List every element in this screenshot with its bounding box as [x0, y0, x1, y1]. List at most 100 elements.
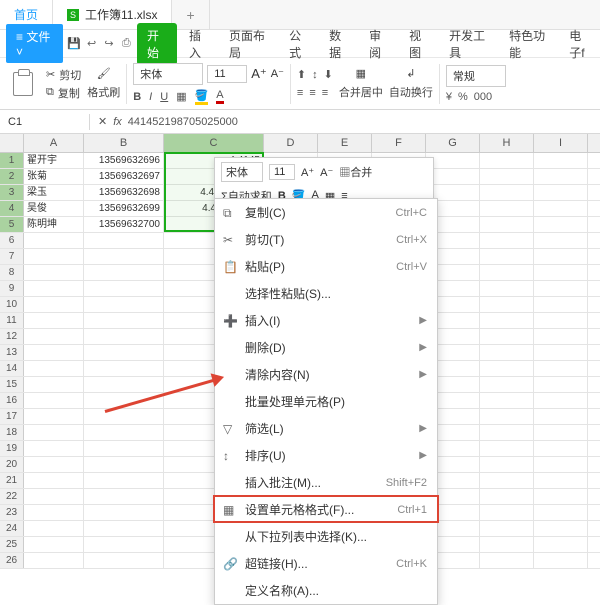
- cell[interactable]: [426, 153, 480, 168]
- ctx-item-7[interactable]: 批量处理单元格(P): [215, 388, 437, 415]
- numfmt-select[interactable]: 常规: [446, 65, 506, 87]
- cell[interactable]: [24, 249, 84, 264]
- cell[interactable]: [480, 361, 534, 376]
- cell[interactable]: [480, 281, 534, 296]
- menu-special[interactable]: 特色功能: [501, 23, 557, 65]
- cell[interactable]: [480, 185, 534, 200]
- cell[interactable]: 13569632698: [84, 185, 164, 200]
- menu-ebook[interactable]: 电子f: [561, 23, 600, 65]
- cell[interactable]: [84, 281, 164, 296]
- cell[interactable]: [84, 249, 164, 264]
- cell[interactable]: [84, 297, 164, 312]
- row-header[interactable]: 7: [0, 249, 24, 264]
- cell[interactable]: [480, 553, 534, 568]
- cell[interactable]: [534, 265, 588, 280]
- cell[interactable]: [480, 505, 534, 520]
- row-header[interactable]: 11: [0, 313, 24, 328]
- row-header[interactable]: 1: [0, 153, 24, 168]
- cell[interactable]: [534, 313, 588, 328]
- percent-icon[interactable]: %: [458, 91, 468, 103]
- cell[interactable]: [534, 441, 588, 456]
- undo-icon[interactable]: ↩: [85, 36, 98, 52]
- fx-cancel-icon[interactable]: ✕: [98, 115, 107, 128]
- row-header[interactable]: 24: [0, 521, 24, 536]
- mini-size[interactable]: 11: [269, 164, 295, 180]
- ctx-item-8[interactable]: ▽筛选(L)▶: [215, 415, 437, 442]
- menu-start[interactable]: 开始: [137, 23, 177, 65]
- cell[interactable]: [480, 473, 534, 488]
- border-icon[interactable]: ▦: [176, 90, 186, 103]
- row-header[interactable]: 14: [0, 361, 24, 376]
- col-H[interactable]: H: [480, 134, 534, 152]
- cell[interactable]: [534, 345, 588, 360]
- row-header[interactable]: 15: [0, 377, 24, 392]
- cell[interactable]: [84, 265, 164, 280]
- cell[interactable]: [24, 361, 84, 376]
- cell[interactable]: [24, 441, 84, 456]
- decrease-font-icon[interactable]: A⁻: [271, 67, 284, 80]
- cell[interactable]: [84, 377, 164, 392]
- cell[interactable]: [84, 361, 164, 376]
- cell[interactable]: 吴俊: [24, 201, 84, 216]
- col-F[interactable]: F: [372, 134, 426, 152]
- cell[interactable]: [480, 393, 534, 408]
- name-box[interactable]: C1: [0, 114, 90, 130]
- row-header[interactable]: 5: [0, 217, 24, 232]
- cell[interactable]: [534, 489, 588, 504]
- row-header[interactable]: 16: [0, 393, 24, 408]
- ctx-item-12[interactable]: 从下拉列表中选择(K)...: [215, 523, 437, 550]
- save-icon[interactable]: 💾: [67, 36, 81, 52]
- cell[interactable]: [24, 505, 84, 520]
- copy-button[interactable]: ⧉ 复制: [46, 85, 81, 101]
- mini-dec-icon[interactable]: A⁻: [320, 166, 333, 179]
- cell[interactable]: [480, 457, 534, 472]
- cell[interactable]: [84, 345, 164, 360]
- cell[interactable]: [24, 377, 84, 392]
- cell[interactable]: [24, 425, 84, 440]
- ctx-item-4[interactable]: ➕插入(I)▶: [215, 307, 437, 334]
- cell[interactable]: [534, 425, 588, 440]
- cell[interactable]: [84, 425, 164, 440]
- cell[interactable]: [534, 153, 588, 168]
- menu-data[interactable]: 数据: [321, 23, 357, 65]
- fill-icon[interactable]: 🪣: [195, 89, 209, 105]
- cell[interactable]: [24, 457, 84, 472]
- cell[interactable]: [534, 201, 588, 216]
- cell[interactable]: [84, 313, 164, 328]
- cell[interactable]: [534, 169, 588, 184]
- row-header[interactable]: 22: [0, 489, 24, 504]
- fx-icon[interactable]: fx: [113, 116, 122, 128]
- merge-button[interactable]: ▦合并居中: [339, 67, 383, 100]
- font-select[interactable]: 宋体: [133, 63, 203, 85]
- cell[interactable]: [480, 249, 534, 264]
- painter-button[interactable]: 🖌格式刷: [87, 67, 120, 100]
- cell[interactable]: [24, 473, 84, 488]
- menu-dev[interactable]: 开发工具: [441, 23, 497, 65]
- cell[interactable]: [480, 441, 534, 456]
- cell[interactable]: [84, 409, 164, 424]
- ctx-item-9[interactable]: ↕排序(U)▶: [215, 442, 437, 469]
- print-icon[interactable]: ⎙: [120, 36, 133, 52]
- row-header[interactable]: 23: [0, 505, 24, 520]
- align-center-icon[interactable]: ≡: [309, 87, 315, 99]
- ctx-item-10[interactable]: 插入批注(M)...Shift+F2: [215, 469, 437, 496]
- size-select[interactable]: 11: [207, 65, 247, 83]
- cell[interactable]: [84, 521, 164, 536]
- col-E[interactable]: E: [318, 134, 372, 152]
- col-D[interactable]: D: [264, 134, 318, 152]
- cell[interactable]: [480, 313, 534, 328]
- row-header[interactable]: 18: [0, 425, 24, 440]
- row-header[interactable]: 3: [0, 185, 24, 200]
- cell[interactable]: 13569632700: [84, 217, 164, 232]
- cell[interactable]: [480, 233, 534, 248]
- cell[interactable]: [24, 345, 84, 360]
- cell[interactable]: [534, 553, 588, 568]
- menu-formula[interactable]: 公式: [281, 23, 317, 65]
- cell[interactable]: [480, 297, 534, 312]
- menu-review[interactable]: 审阅: [361, 23, 397, 65]
- col-B[interactable]: B: [84, 134, 164, 152]
- row-header[interactable]: 2: [0, 169, 24, 184]
- cell[interactable]: [426, 169, 480, 184]
- cell[interactable]: 翟开宇: [24, 153, 84, 168]
- col-I[interactable]: I: [534, 134, 588, 152]
